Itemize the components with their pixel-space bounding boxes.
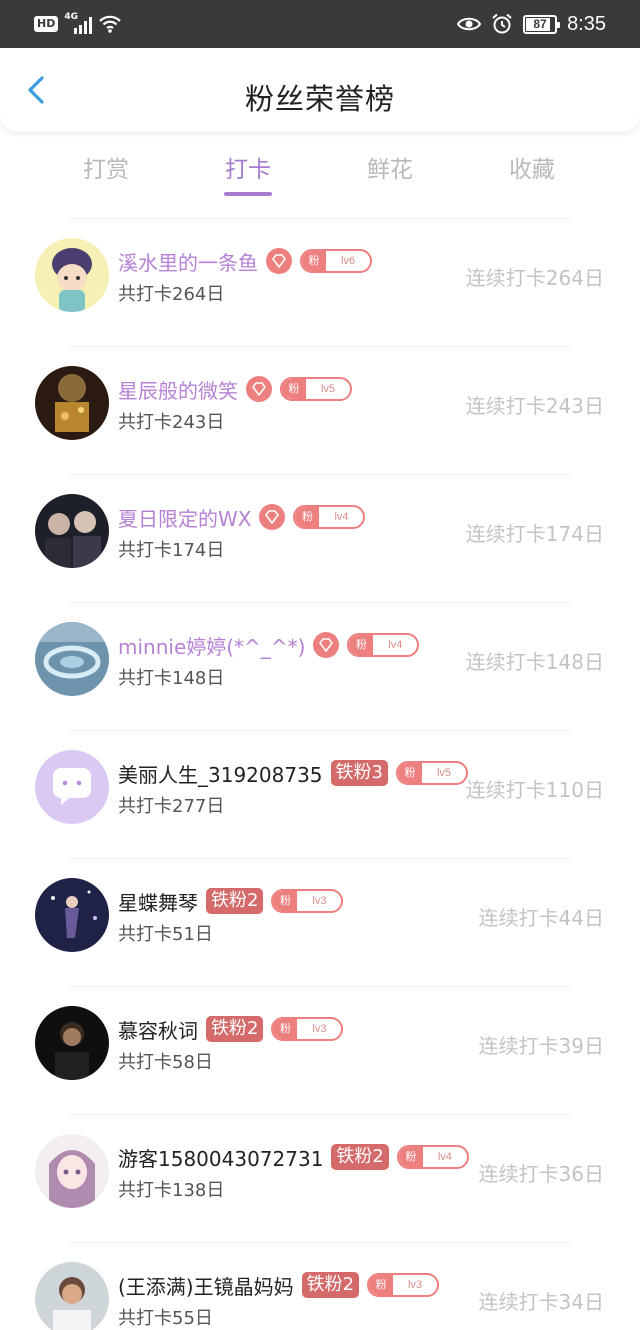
list-item[interactable]: minnie婷婷(*^_^*) 粉 lv4 共打卡148日 连续打卡148日 [0, 602, 640, 730]
total-checkins: 共打卡55日 [118, 1308, 213, 1329]
iron-fan-badge: 铁粉2 [206, 1016, 264, 1042]
diamond-icon [313, 632, 340, 658]
hd-indicator: HD [34, 16, 59, 32]
streak-days: 连续打卡34日 [478, 1290, 604, 1314]
total-checkins: 共打卡277日 [118, 796, 225, 817]
avatar[interactable] [35, 1006, 109, 1080]
tab-reward[interactable]: 打赏 [36, 150, 176, 184]
list-item[interactable]: 星辰般的微笑 粉 lv5 共打卡243日 连续打卡243日 [0, 346, 640, 474]
tab-flowers[interactable]: 鲜花 [320, 150, 460, 184]
streak-days: 连续打卡243日 [465, 394, 604, 418]
tab-favorites[interactable]: 收藏 [462, 150, 602, 184]
fan-level-badge: 粉 lv6 [300, 249, 372, 273]
nav-header: 粉丝荣誉榜 [0, 48, 640, 132]
username: minnie婷婷(*^_^*) [118, 634, 306, 659]
avatar[interactable] [35, 238, 109, 312]
streak-days: 连续打卡264日 [465, 266, 604, 290]
diamond-icon [266, 248, 292, 274]
eye-icon [457, 17, 482, 31]
streak-days: 连续打卡148日 [465, 650, 604, 674]
fan-level-badge: 粉 lv4 [347, 633, 420, 657]
total-checkins: 共打卡264日 [118, 284, 225, 305]
active-tab-indicator [224, 192, 272, 196]
username: 溪水里的一条鱼 [118, 250, 258, 275]
alarm-icon [492, 13, 512, 34]
iron-fan-badge: 铁粉2 [301, 1272, 360, 1298]
list-item[interactable]: 星蝶舞琴 铁粉2 粉 lv3 共打卡51日 连续打卡44日 [0, 858, 640, 986]
list-item[interactable]: (王添满)王镜晶妈妈 铁粉2 粉 lv3 共打卡55日 连续打卡34日 [0, 1242, 640, 1330]
avatar[interactable] [35, 1134, 109, 1208]
fan-level-badge: 粉 lv5 [280, 377, 352, 401]
total-checkins: 共打卡58日 [118, 1052, 213, 1073]
total-checkins: 共打卡243日 [118, 412, 225, 433]
tab-checkin[interactable]: 打卡 [178, 150, 318, 184]
total-checkins: 共打卡138日 [118, 1180, 225, 1201]
total-checkins: 共打卡174日 [118, 540, 225, 561]
username: 美丽人生_319208735 [118, 762, 323, 787]
avatar[interactable] [35, 366, 109, 440]
total-checkins: 共打卡148日 [118, 668, 225, 689]
list-item[interactable]: 慕容秋词 铁粉2 粉 lv3 共打卡58日 连续打卡39日 [0, 986, 640, 1114]
username: (王添满)王镜晶妈妈 [118, 1274, 294, 1299]
username: 星辰般的微笑 [118, 378, 238, 403]
streak-days: 连续打卡44日 [478, 906, 604, 930]
username: 星蝶舞琴 [118, 890, 198, 915]
avatar[interactable] [35, 750, 109, 824]
fan-level-badge: 粉 lv5 [395, 761, 468, 785]
fan-level-badge: 粉 lv3 [367, 1273, 440, 1297]
streak-days: 连续打卡39日 [478, 1034, 604, 1058]
avatar[interactable] [35, 878, 109, 952]
clock: 8:35 [567, 12, 606, 35]
fan-level-badge: 粉 lv3 [271, 1017, 344, 1041]
page-title: 粉丝荣誉榜 [244, 82, 395, 116]
avatar[interactable] [35, 622, 109, 696]
wifi-icon [99, 15, 122, 33]
list-item[interactable]: 溪水里的一条鱼 粉 lv6 共打卡264日 连续打卡264日 [0, 218, 640, 346]
iron-fan-badge: 铁粉2 [331, 1144, 389, 1170]
signal-icon: 4G [64, 12, 93, 34]
username: 夏日限定的WX [118, 506, 252, 531]
username: 游客1580043072731 [118, 1146, 324, 1171]
iron-fan-badge: 铁粉2 [206, 888, 264, 914]
ranking-list: 溪水里的一条鱼 粉 lv6 共打卡264日 连续打卡264日 星辰般的微笑 粉 lv… [0, 218, 640, 1330]
diamond-icon [259, 504, 286, 530]
battery-icon: 87 [523, 14, 561, 34]
username: 慕容秋词 [118, 1018, 198, 1043]
diamond-icon [246, 376, 272, 402]
list-item[interactable]: 美丽人生_319208735 铁粉3 粉 lv5 共打卡277日 连续打卡110日 [0, 730, 640, 858]
streak-days: 连续打卡174日 [465, 522, 604, 546]
tab-bar: 打赏 打卡 鲜花 收藏 [0, 140, 640, 210]
fan-level-badge: 粉 lv3 [271, 889, 344, 913]
total-checkins: 共打卡51日 [118, 924, 213, 945]
iron-fan-badge: 铁粉3 [330, 760, 388, 786]
avatar[interactable] [35, 1262, 109, 1330]
list-item[interactable]: 夏日限定的WX 粉 lv4 共打卡174日 连续打卡174日 [0, 474, 640, 602]
avatar[interactable] [35, 494, 109, 568]
streak-days: 连续打卡110日 [465, 778, 604, 802]
streak-days: 连续打卡36日 [478, 1162, 604, 1186]
list-item[interactable]: 游客1580043072731 铁粉2 粉 lv4 共打卡138日 连续打卡36日 [0, 1114, 640, 1242]
status-bar: HD 4G 87 8:35 [0, 0, 640, 48]
fan-level-badge: 粉 lv4 [293, 505, 366, 529]
fan-level-badge: 粉 lv4 [396, 1145, 469, 1169]
